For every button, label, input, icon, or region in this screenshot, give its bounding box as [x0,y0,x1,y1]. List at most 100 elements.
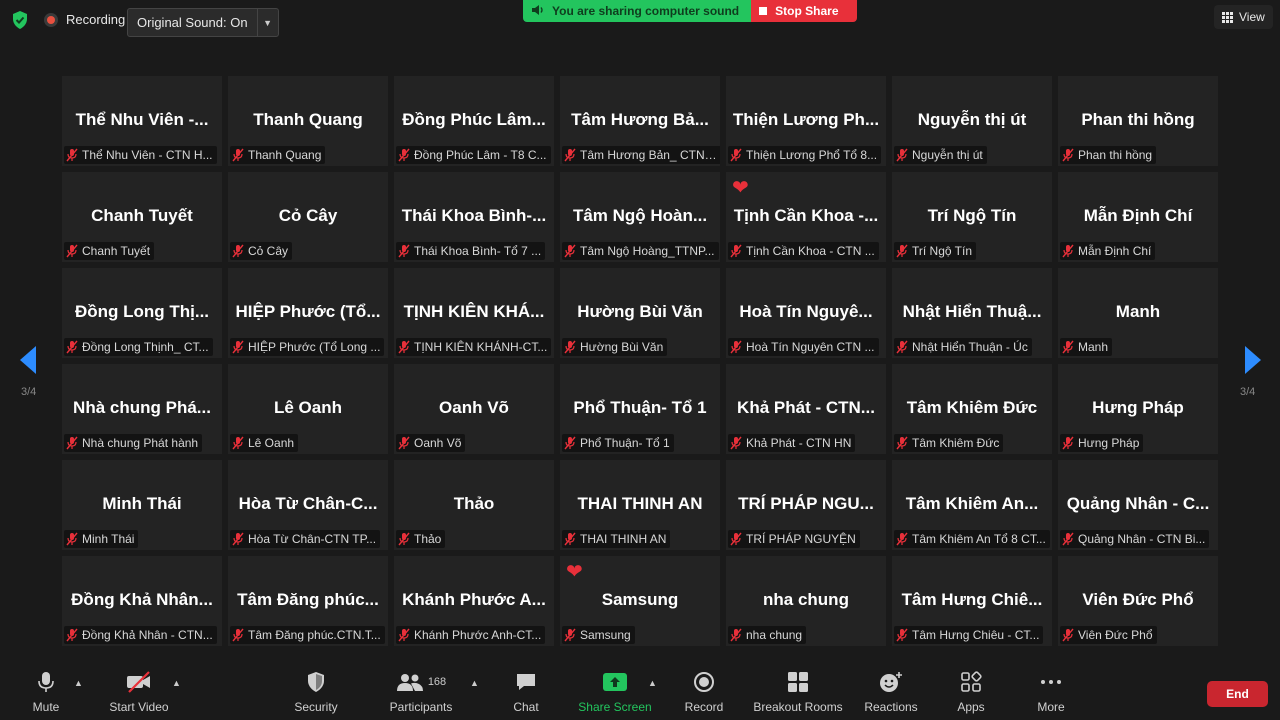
participants-button[interactable]: 168 Participants [386,666,456,720]
participant-tile[interactable]: Lê Oanh Lê Oanh [228,364,388,454]
chevron-down-icon[interactable]: ▼ [256,9,278,36]
participant-tile[interactable]: HIỆP Phước (Tổ... HIỆP Phước (Tổ Long ... [228,268,388,358]
breakout-rooms-label: Breakout Rooms [753,700,843,714]
apps-button[interactable]: Apps [954,666,988,720]
participant-tile[interactable]: Tâm Ngộ Hoàn... Tâm Ngộ Hoàng_TTNP... [560,172,720,262]
mute-label: Mute [32,700,60,714]
participant-tile[interactable]: Thảo Thảo [394,460,554,550]
start-video-button[interactable]: Start Video [102,666,176,720]
microphone-muted-icon [564,532,576,546]
participant-tile[interactable]: Thể Nhu Viên -... Thể Nhu Viên - CTN H... [62,76,222,166]
end-meeting-button[interactable]: End [1207,681,1268,707]
microphone-muted-icon [896,532,908,546]
participant-tile[interactable]: Chanh Tuyết Chanh Tuyết [62,172,222,262]
participant-tile[interactable]: Khánh Phước A... Khánh Phước Anh-CT... [394,556,554,646]
participant-name-label: Tâm Hương Bản_ CTN_... [562,146,720,164]
participant-label-text: Tâm Khiêm An Tổ 8 CT... [912,532,1046,546]
participant-tile[interactable]: ❤ Samsung Samsung [560,556,720,646]
participant-tile[interactable]: Viên Đức Phổ Viên Đức Phổ [1058,556,1218,646]
participant-tile[interactable]: THAI THINH AN THAI THINH AN [560,460,720,550]
participant-display-name: HIỆP Phước (Tổ... [235,302,381,321]
view-label: View [1239,10,1265,24]
participant-tile[interactable]: Tâm Khiêm Đức Tâm Khiêm Đức [892,364,1052,454]
participant-tile[interactable]: Khả Phát - CTN... Khả Phát - CTN HN [726,364,886,454]
microphone-muted-icon [1062,244,1074,258]
stop-share-button[interactable]: Stop Share [751,0,857,22]
participant-name-label: nha chung [728,626,807,644]
microphone-muted-icon [1062,340,1074,354]
participant-name-label: Hường Bùi Văn [562,338,668,356]
participant-display-name: Hòa Từ Chân-C... [238,494,378,513]
participant-tile[interactable]: Phổ Thuận- Tổ 1 Phổ Thuận- Tổ 1 [560,364,720,454]
mute-options-chevron-icon[interactable]: ▲ [74,678,83,688]
participant-name-label: Tâm Khiêm Đức [894,434,1004,452]
participant-tile[interactable]: Thiện Lương Ph... Thiện Lương Phổ Tổ 8... [726,76,886,166]
participant-label-text: Hưng Pháp [1078,436,1140,450]
participant-tile[interactable]: TRÍ PHÁP NGU... TRÍ PHÁP NGUYỆN [726,460,886,550]
recording-indicator[interactable]: Recording [44,12,125,27]
participant-tile[interactable]: Hường Bùi Văn Hường Bùi Văn [560,268,720,358]
participant-tile[interactable]: Minh Thái Minh Thái [62,460,222,550]
participant-tile[interactable]: Tâm Hưng Chiê... Tâm Hưng Chiêu - CT... [892,556,1052,646]
participant-tile[interactable]: Tâm Hương Bả... Tâm Hương Bản_ CTN_... [560,76,720,166]
microphone-muted-icon [564,244,576,258]
previous-page-arrow-icon[interactable] [20,346,36,374]
participant-tile[interactable]: Hòa Từ Chân-C... Hòa Từ Chân-CTN TP... [228,460,388,550]
participant-tile[interactable]: Tâm Khiêm An... Tâm Khiêm An Tổ 8 CT... [892,460,1052,550]
participant-tile[interactable]: Quảng Nhân - C... Quảng Nhân - CTN Bi... [1058,460,1218,550]
view-button[interactable]: View [1214,5,1273,29]
participant-tile[interactable]: ❤ Tịnh Cần Khoa -... Tịnh Cần Khoa - CTN .… [726,172,886,262]
participant-name-label: Minh Thái [64,530,139,548]
participant-tile[interactable]: Đồng Phúc Lâm... Đồng Phúc Lâm - T8 C... [394,76,554,166]
participant-tile[interactable]: Nhà chung Phá... Nhà chung Phát hành [62,364,222,454]
microphone-muted-icon [232,628,244,642]
mute-button[interactable]: Mute [26,666,66,720]
security-shield-icon[interactable] [10,10,30,30]
participant-tile[interactable]: nha chung nha chung [726,556,886,646]
share-screen-button[interactable]: Share Screen [578,666,652,720]
participant-tile[interactable]: Trí Ngộ Tín Trí Ngộ Tín [892,172,1052,262]
participant-tile[interactable]: Đồng Khả Nhân... Đồng Khả Nhân - CTN... [62,556,222,646]
recording-dot-icon [44,12,58,27]
share-options-chevron-icon[interactable]: ▲ [648,678,657,688]
next-page-arrow-icon[interactable] [1245,346,1261,374]
security-button[interactable]: Security [290,666,342,720]
participant-tile[interactable]: Oanh Võ Oanh Võ [394,364,554,454]
participant-name-label: Thiện Lương Phổ Tổ 8... [728,146,882,164]
participant-tile[interactable]: Phan thi hồng Phan thi hồng [1058,76,1218,166]
participant-tile[interactable]: Hoà Tín Nguyê... Hoà Tín Nguyên CTN ... [726,268,886,358]
participant-tile[interactable]: TỊNH KIÊN KHÁ... TỊNH KIÊN KHÁNH-CT... [394,268,554,358]
participant-tile[interactable]: Tâm Đăng phúc... Tâm Đăng phúc.CTN.T... [228,556,388,646]
reactions-button[interactable]: Reactions [862,666,920,720]
original-sound-button[interactable]: Original Sound: On [128,9,257,36]
participant-name-label: Cỏ Cây [230,242,293,260]
participant-display-name: Khánh Phước A... [402,590,546,609]
participant-label-text: Hoà Tín Nguyên CTN ... [746,340,875,354]
participant-display-name: Mẫn Định Chí [1083,206,1193,225]
chat-button[interactable]: Chat [510,666,542,720]
participant-tile[interactable]: Mẫn Định Chí Mẫn Định Chí [1058,172,1218,262]
participant-name-label: Oanh Võ [396,434,466,452]
participant-tile[interactable]: Thanh Quang Thanh Quang [228,76,388,166]
participant-display-name: Phổ Thuận- Tổ 1 [573,398,707,417]
microphone-muted-icon [896,340,908,354]
participant-display-name: Thảo [453,494,495,513]
participant-tile[interactable]: Thái Khoa Bình-... Thái Khoa Bình- Tổ 7 .… [394,172,554,262]
participant-display-name: Tịnh Cần Khoa -... [733,206,879,225]
breakout-rooms-button[interactable]: Breakout Rooms [752,666,844,720]
participant-tile[interactable]: Đồng Long Thị... Đồng Long Thịnh_ CT... [62,268,222,358]
participant-tile[interactable]: Nhật Hiển Thuậ... Nhật Hiển Thuận - Úc [892,268,1052,358]
video-options-chevron-icon[interactable]: ▲ [172,678,181,688]
participant-tile[interactable]: Manh Manh [1058,268,1218,358]
participants-options-chevron-icon[interactable]: ▲ [470,678,479,688]
grid-view-icon [1222,11,1233,23]
participant-tile[interactable]: Nguyễn thị út Nguyễn thị út [892,76,1052,166]
record-button[interactable]: Record [682,666,726,720]
participant-display-name: nha chung [763,590,849,609]
original-sound-control[interactable]: Original Sound: On ▼ [127,8,279,37]
participant-tile[interactable]: Hưng Pháp Hưng Pháp [1058,364,1218,454]
more-button[interactable]: More [1032,666,1070,720]
participant-tile[interactable]: Cỏ Cây Cỏ Cây [228,172,388,262]
participant-display-name: Đồng Khả Nhân... [71,590,213,609]
participant-label-text: Lê Oanh [248,436,295,450]
